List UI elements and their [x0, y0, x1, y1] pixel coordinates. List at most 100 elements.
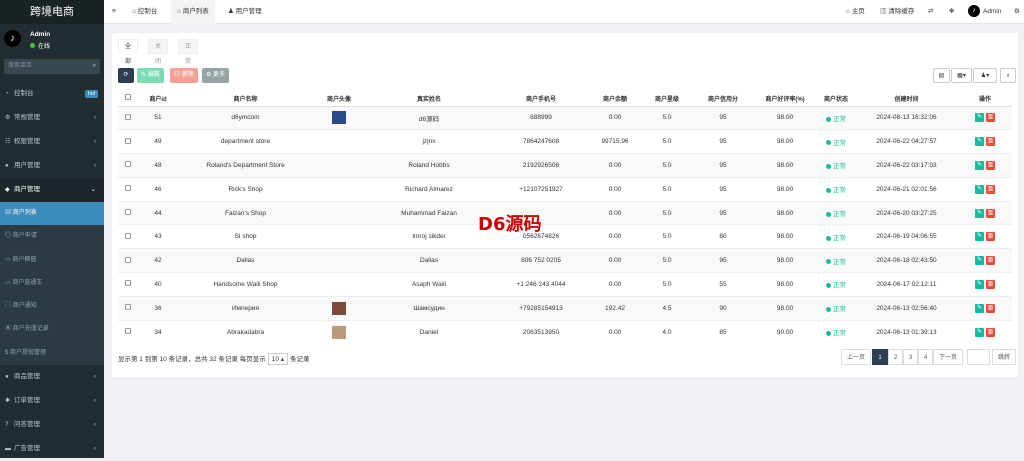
row-delete-button[interactable]: ▥	[986, 256, 995, 266]
export-button[interactable]: ♟▾	[973, 68, 997, 83]
row-checkbox-cell[interactable]	[118, 200, 138, 225]
row-checkbox-cell[interactable]	[118, 224, 138, 249]
checkbox[interactable]	[125, 232, 131, 239]
col-header-phone[interactable]: 商户手机号	[493, 91, 589, 107]
view-toggle-button[interactable]: ▤	[933, 68, 950, 83]
sidebar-subitem-merchant-train[interactable]: ▭ 商户直通车	[0, 271, 104, 296]
search-icon[interactable]: ⌕	[93, 59, 96, 74]
row-checkbox-cell[interactable]	[118, 153, 138, 178]
refresh-button[interactable]: ⟳	[118, 68, 134, 83]
col-header-credit[interactable]: 商户信用分	[693, 91, 753, 107]
checkbox[interactable]	[125, 256, 131, 263]
table-row[interactable]: 44 Faizan's Shop Muhammad Faizan 0.00 5.0 95 9…	[118, 200, 1012, 225]
row-checkbox-cell[interactable]	[118, 129, 138, 154]
row-edit-button[interactable]: ✎	[975, 160, 984, 170]
page-2-button[interactable]: 2	[888, 349, 903, 365]
jump-button[interactable]: 跳转	[992, 349, 1016, 365]
sidebar-subitem-merchant-withdraw[interactable]: $ 商户提现管理	[0, 341, 104, 366]
row-delete-button[interactable]: ▥	[986, 327, 995, 337]
row-edit-button[interactable]: ✎	[975, 327, 984, 337]
tab-normal[interactable]: 正常	[178, 39, 199, 65]
merchant-avatar[interactable]	[332, 325, 346, 339]
checkbox[interactable]	[125, 113, 131, 120]
delete-button[interactable]: ▥ 删除	[170, 68, 198, 83]
table-row[interactable]: 42 Dallas Dallas 806 752 0205 0.00 5.0 95 98.00…	[118, 248, 1012, 273]
sidebar-item-goods[interactable]: ● 商品管理 ‹	[0, 365, 104, 389]
col-header-id[interactable]: 商户id	[138, 91, 178, 107]
row-delete-button[interactable]: ▥	[986, 232, 995, 242]
sidebar-subitem-merchant-notice[interactable]: ▢ 商户通知	[0, 295, 104, 319]
checkbox[interactable]	[125, 280, 131, 287]
row-checkbox-cell[interactable]	[118, 105, 138, 130]
sidebar-subitem-merchant-list[interactable]: ▤ 商户列表	[0, 202, 104, 226]
row-checkbox-cell[interactable]	[118, 176, 138, 202]
table-row[interactable]: 36 Империя Шамсудин +79285154913 192.42 4.5 90…	[118, 295, 1012, 321]
columns-button[interactable]: ▦▾	[951, 68, 972, 83]
merchant-avatar[interactable]	[332, 301, 346, 315]
table-row[interactable]: 51 d6ymcom d6源码 888999 0.00 5.0 95 98.00 正常 2024-…	[118, 105, 1012, 130]
merchant-avatar[interactable]	[332, 111, 346, 125]
settings-icon[interactable]: ⚙	[1014, 0, 1020, 24]
checkbox[interactable]	[125, 185, 131, 192]
select-all-checkbox[interactable]	[118, 91, 138, 107]
checkbox[interactable]	[125, 304, 131, 311]
row-delete-button[interactable]: ▥	[986, 184, 995, 194]
sidebar-subitem-merchant-apply[interactable]: ◎ 商户申请	[0, 225, 104, 249]
sidebar-item-merchants[interactable]: ◆ 商户管理 ⌄	[0, 178, 104, 202]
checkbox[interactable]	[125, 328, 131, 335]
sidebar-item-users[interactable]: ● 用户管理 ‹	[0, 154, 104, 178]
row-edit-button[interactable]: ✎	[975, 256, 984, 266]
language-icon[interactable]: ⇄	[928, 0, 933, 24]
sidebar-item-general[interactable]: ⚙ 常规管理 ‹	[0, 106, 104, 130]
tab-user-manage[interactable]: ♟ 用户管理	[222, 0, 268, 24]
next-page-button[interactable]: 下一页	[933, 349, 963, 365]
menu-search-input[interactable]: 搜索菜单 ⌕	[4, 59, 100, 74]
row-edit-button[interactable]: ✎	[975, 208, 984, 218]
row-delete-button[interactable]: ▥	[986, 279, 995, 289]
admin-menu[interactable]: ♪ Admin	[968, 0, 1001, 24]
sidebar-item-permission[interactable]: ☷ 权限管理 ‹	[0, 130, 104, 154]
sidebar-subitem-merchant-recharge[interactable]: ▣ 商户充值记录	[0, 318, 104, 342]
tab-all[interactable]: 全部	[118, 39, 139, 65]
clear-cache-link[interactable]: ▥ 清除缓存	[880, 0, 914, 24]
edit-button[interactable]: ✎ 编辑	[137, 68, 164, 83]
col-header-avatar[interactable]: 商户头像	[313, 91, 365, 107]
fullscreen-icon[interactable]: ✥	[949, 0, 954, 24]
row-delete-button[interactable]: ▥	[986, 137, 995, 147]
col-header-rate[interactable]: 商户好评率(%)	[753, 91, 817, 107]
row-edit-button[interactable]: ✎	[975, 184, 984, 194]
menu-toggle-icon[interactable]: ≡	[112, 0, 116, 24]
col-header-status[interactable]: 商户状态	[817, 91, 855, 107]
row-edit-button[interactable]: ✎	[975, 232, 984, 242]
page-1-button[interactable]: 1	[872, 349, 888, 365]
row-delete-button[interactable]: ▥	[986, 113, 995, 123]
tab-merchant-list[interactable]: ⌂ 商户列表	[171, 0, 215, 24]
row-edit-button[interactable]: ✎	[975, 113, 984, 123]
row-delete-button[interactable]: ▥	[986, 303, 995, 313]
row-checkbox-cell[interactable]	[118, 295, 138, 321]
row-edit-button[interactable]: ✎	[975, 279, 984, 289]
checkbox[interactable]	[125, 209, 131, 216]
more-button[interactable]: ⚙ 更多	[202, 68, 230, 83]
row-edit-button[interactable]: ✎	[975, 303, 984, 313]
col-header-balance[interactable]: 商户余额	[589, 91, 641, 107]
page-jump-input[interactable]	[967, 349, 990, 365]
col-header-name[interactable]: 商户名称	[178, 91, 313, 107]
page-size-select[interactable]: 10 ▴	[267, 353, 289, 365]
row-checkbox-cell[interactable]	[118, 319, 138, 344]
table-row[interactable]: 46 Rick's Shop Richard Almarez +12107251927…	[118, 176, 1012, 202]
sidebar-item-ads[interactable]: ▬ 广告管理 ‹	[0, 437, 104, 461]
page-4-button[interactable]: 4	[918, 349, 933, 365]
prev-page-button[interactable]: 上一页	[841, 349, 871, 365]
table-row[interactable]: 48 Roland's Department Store Roland Hobbs 2…	[118, 153, 1012, 178]
row-edit-button[interactable]: ✎	[975, 137, 984, 147]
checkbox[interactable]	[125, 137, 131, 144]
sidebar-item-dashboard[interactable]: ◔ 控制台 hot	[0, 82, 104, 106]
sidebar-subitem-merchant-window[interactable]: ▭ 商户橱窗	[0, 248, 104, 272]
table-row[interactable]: 43 SI shop Imroj sikder 0562674826 0.00 5.0 80…	[118, 224, 1012, 249]
row-checkbox-cell[interactable]	[118, 248, 138, 273]
col-header-realname[interactable]: 真实姓名	[365, 91, 493, 107]
table-row[interactable]: 40 Handsome Waili Shop Asaph Waili +1 246 2…	[118, 272, 1012, 297]
checkbox[interactable]	[125, 161, 131, 168]
sidebar-item-orders[interactable]: ✱ 订单管理 ‹	[0, 389, 104, 413]
